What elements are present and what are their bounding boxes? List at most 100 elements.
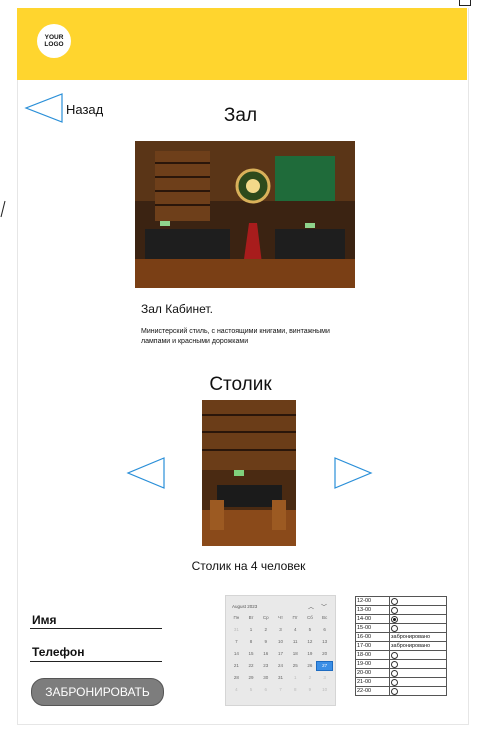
calendar-day[interactable]: 12 (303, 638, 318, 646)
calendar-day[interactable]: 4 (288, 626, 303, 634)
time-slot-time: 12-00 (355, 596, 390, 606)
time-slot-status: забронировано (389, 632, 447, 642)
calendar-day[interactable]: 17 (273, 650, 288, 658)
time-slot-row: 17-00 забронировано (355, 641, 447, 651)
calendar-next-icon[interactable]: ﹀ (321, 602, 327, 611)
calendar-day[interactable]: 22 (244, 662, 259, 670)
next-table-arrow-icon[interactable] (333, 456, 373, 490)
calendar-day[interactable]: 30 (258, 674, 273, 682)
time-slot-radio[interactable] (391, 606, 398, 614)
calendar-day[interactable]: 19 (303, 650, 318, 658)
calendar-day[interactable]: 8 (288, 686, 303, 694)
time-slot-cell (389, 650, 447, 660)
time-slot-cell (389, 605, 447, 615)
time-slot-row: 22-00 (355, 686, 447, 696)
calendar-day[interactable]: 2 (303, 674, 318, 682)
time-slot-row: 13-00 (355, 605, 447, 615)
calendar-day[interactable]: 31 (229, 626, 244, 634)
time-slot-row: 18-00 (355, 650, 447, 660)
table-caption: Столик на 4 человек (191, 559, 306, 573)
calendar-day[interactable]: 1 (288, 674, 303, 682)
calendar-day[interactable]: 13 (317, 638, 332, 646)
time-slot-radio[interactable] (391, 615, 398, 623)
time-slot-row: 19-00 (355, 659, 447, 669)
hall-name: Зал Кабинет. (141, 302, 213, 316)
date-picker[interactable]: August 2023 ︿ ﹀ Пн Вт Ср Чт Пт Сб Вс 31 1 2 3 4 5 6 7 8… (225, 595, 336, 706)
calendar-weekday: Чт (277, 615, 284, 620)
calendar-day[interactable]: 3 (317, 674, 332, 682)
time-slot-time: 17-00 (355, 641, 390, 651)
time-slot-time: 15-00 (355, 623, 390, 633)
calendar-grid: Пн Вт Ср Чт Пт Сб Вс 31 1 2 3 4 5 6 7 8 9 10 11 12 13 14 15 16 1… (229, 614, 333, 694)
calendar-day[interactable]: 14 (229, 650, 244, 658)
time-slot-radio[interactable] (391, 624, 398, 632)
phone-input[interactable] (30, 661, 162, 662)
hall-photo (135, 141, 355, 288)
calendar-day[interactable]: 5 (303, 626, 318, 634)
hall-title: Зал (223, 105, 258, 126)
calendar-day[interactable]: 11 (288, 638, 303, 646)
logo-text: YOUR LOGO (44, 34, 64, 48)
time-slot-cell (389, 596, 447, 606)
time-slot-row: 20-00 (355, 668, 447, 678)
time-slot-time: 22-00 (355, 686, 390, 696)
calendar-weekday: Сб (307, 615, 313, 620)
calendar-day[interactable]: 9 (303, 686, 318, 694)
book-button[interactable]: ЗАБРОНИРОВАТЬ (31, 678, 164, 706)
calendar-day[interactable]: 8 (244, 638, 259, 646)
calendar-day[interactable]: 9 (258, 638, 273, 646)
calendar-day[interactable]: 21 (229, 662, 244, 670)
calendar-day[interactable]: 24 (273, 662, 288, 670)
time-slots-table: 12-00 13-00 14-00 15-00 16-00 забронировано 17… (355, 596, 447, 696)
calendar-day[interactable]: 18 (288, 650, 303, 658)
name-label: Имя (32, 613, 57, 627)
calendar-day[interactable]: 7 (273, 686, 288, 694)
time-slot-radio[interactable] (391, 660, 398, 668)
table-photo (202, 400, 296, 546)
name-input[interactable] (30, 628, 162, 629)
calendar-day[interactable]: 26 (303, 662, 318, 670)
window-corner-icon (459, 0, 471, 6)
calendar-day[interactable]: 16 (258, 650, 273, 658)
calendar-day[interactable]: 10 (317, 686, 332, 694)
calendar-day[interactable]: 6 (258, 686, 273, 694)
calendar-day[interactable]: 6 (317, 626, 332, 634)
calendar-day[interactable]: 31 (273, 674, 288, 682)
calendar-day[interactable]: 25 (288, 662, 303, 670)
time-slot-row: 15-00 (355, 623, 447, 633)
calendar-weekday: Ср (262, 615, 269, 620)
calendar-day[interactable]: 27 (316, 661, 333, 671)
time-slot-radio[interactable] (391, 669, 398, 677)
time-slot-radio[interactable] (391, 687, 398, 695)
logo[interactable]: YOUR LOGO (37, 24, 71, 58)
calendar-day[interactable]: 10 (273, 638, 288, 646)
calendar-day[interactable]: 29 (244, 674, 259, 682)
time-slot-time: 18-00 (355, 650, 390, 660)
time-slot-time: 20-00 (355, 668, 390, 678)
calendar-day[interactable]: 20 (317, 650, 332, 658)
time-slot-cell (389, 614, 447, 624)
calendar-day[interactable]: 1 (244, 626, 259, 634)
edge-slash-mark (0, 200, 6, 218)
calendar-day[interactable]: 28 (229, 674, 244, 682)
time-slot-row: 21-00 (355, 677, 447, 687)
time-slot-time: 19-00 (355, 659, 390, 669)
calendar-prev-icon[interactable]: ︿ (308, 602, 314, 611)
calendar-day[interactable]: 5 (244, 686, 259, 694)
time-slot-radio[interactable] (391, 597, 398, 605)
time-slot-cell (389, 623, 447, 633)
time-slot-cell (389, 686, 447, 696)
calendar-day[interactable]: 7 (229, 638, 244, 646)
prev-table-arrow-icon[interactable] (126, 456, 166, 490)
time-slot-time: 21-00 (355, 677, 390, 687)
time-slot-radio[interactable] (391, 678, 398, 686)
calendar-weekday: Пн (233, 615, 240, 620)
time-slot-radio[interactable] (391, 651, 398, 659)
calendar-day[interactable]: 3 (273, 626, 288, 634)
calendar-day[interactable]: 2 (258, 626, 273, 634)
calendar-day[interactable]: 4 (229, 686, 244, 694)
calendar-day[interactable]: 23 (258, 662, 273, 670)
header-bar: YOUR LOGO (17, 8, 467, 80)
calendar-day[interactable]: 15 (244, 650, 259, 658)
time-slot-time: 13-00 (355, 605, 390, 615)
